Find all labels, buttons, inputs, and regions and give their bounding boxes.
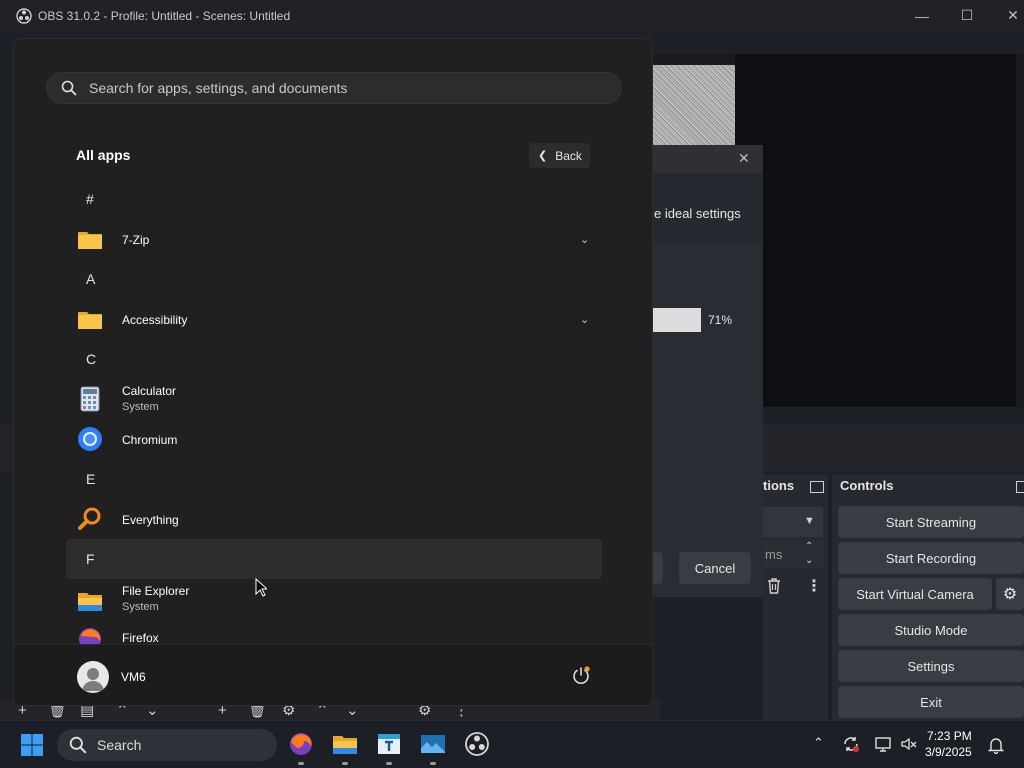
search-placeholder: Search for apps, settings, and documents xyxy=(89,80,348,96)
start-streaming-button[interactable]: Start Streaming xyxy=(838,506,1024,538)
app-subtitle: System xyxy=(122,601,159,613)
taskbar: Search ⌃ 7:23 PM 3/9/2025 xyxy=(0,720,1024,768)
letter-header-c[interactable]: C xyxy=(86,351,96,367)
volume-muted-icon[interactable] xyxy=(900,735,918,753)
app-item-chromium[interactable]: Chromium xyxy=(66,419,602,459)
spin-up-icon[interactable]: ⌃ xyxy=(805,541,813,552)
mouse-cursor-icon xyxy=(255,578,267,597)
windows-start-icon[interactable] xyxy=(20,733,44,757)
autoconfig-description: e ideal settings xyxy=(654,206,741,221)
kebab-icon[interactable]: ⋮ xyxy=(806,576,822,596)
user-name[interactable]: VM6 xyxy=(121,670,146,684)
controls-dock-title: Controls xyxy=(840,478,894,493)
search-icon xyxy=(69,736,87,754)
obs-logo-icon[interactable] xyxy=(464,731,490,757)
chevron-down-icon: ▼ xyxy=(804,515,815,527)
all-apps-heading: All apps xyxy=(76,147,131,163)
settings-button[interactable]: Settings xyxy=(838,650,1024,682)
letter-header-f-label: F xyxy=(86,551,95,567)
running-indicator xyxy=(430,762,436,765)
studio-mode-button[interactable]: Studio Mode xyxy=(838,614,1024,646)
app-item-everything[interactable]: Everything xyxy=(66,499,602,539)
autoconfig-progress-label: 71% xyxy=(708,313,733,327)
letter-header-f[interactable] xyxy=(66,539,602,579)
chevron-down-icon[interactable]: ⌄ xyxy=(580,313,589,326)
folder-icon xyxy=(78,312,102,329)
letter-header-hash[interactable]: # xyxy=(86,191,94,207)
start-menu: Search for apps, settings, and documents… xyxy=(13,38,653,706)
all-apps-list: # 7-Zip ⌄ A Accessibility ⌄ C Calculator… xyxy=(14,179,652,644)
start-menu-footer: VM6 xyxy=(14,644,652,705)
back-button[interactable]: ❮ Back xyxy=(529,143,590,168)
everything-icon xyxy=(78,507,101,530)
obs-logo-icon xyxy=(16,7,32,24)
notification-bell-icon[interactable] xyxy=(988,736,1004,754)
clock-time: 7:23 PM xyxy=(927,729,972,743)
user-avatar-icon xyxy=(82,668,104,691)
file-explorer-icon[interactable] xyxy=(332,731,358,757)
chevron-left-icon: ❮ xyxy=(538,150,548,162)
app-name: File Explorer xyxy=(122,584,190,598)
trash-icon[interactable] xyxy=(766,577,782,595)
chevron-down-icon[interactable]: ⌄ xyxy=(580,233,589,246)
taskbar-search-box[interactable]: Search xyxy=(57,729,277,761)
file-explorer-icon xyxy=(78,593,102,611)
power-icon[interactable] xyxy=(570,665,592,687)
transitions-dock-title: tions xyxy=(763,478,795,493)
spin-down-icon[interactable]: ⌄ xyxy=(805,555,813,566)
letter-header-a[interactable]: A xyxy=(86,271,95,287)
autoconfig-back-button[interactable] xyxy=(653,552,663,584)
start-recording-button[interactable]: Start Recording xyxy=(838,542,1024,574)
autoconfig-cancel-button[interactable]: Cancel xyxy=(679,552,751,584)
minimize-button[interactable]: — xyxy=(899,0,945,31)
tray-chevron-icon[interactable]: ⌃ xyxy=(813,735,824,751)
app-item-file-explorer[interactable]: File Explorer System xyxy=(66,579,602,619)
autoconfig-progress-bar xyxy=(653,308,701,332)
taskbar-search-label: Search xyxy=(97,737,142,753)
exit-button[interactable]: Exit xyxy=(838,686,1024,718)
obs-titlebar: OBS 31.0.2 - Profile: Untitled - Scenes:… xyxy=(0,0,1024,31)
text-editor-icon[interactable] xyxy=(376,731,402,757)
app-name: Calculator xyxy=(122,384,177,398)
app-name: 7-Zip xyxy=(122,233,150,247)
folder-icon xyxy=(78,232,102,249)
dock-float-icon[interactable] xyxy=(1016,481,1024,493)
preview-canvas xyxy=(735,54,1016,407)
window-title: OBS 31.0.2 - Profile: Untitled - Scenes:… xyxy=(38,8,291,23)
app-item-7zip[interactable]: 7-Zip ⌄ xyxy=(66,219,602,259)
search-icon xyxy=(61,80,77,96)
app-item-calculator[interactable]: Calculator System xyxy=(66,379,602,419)
network-icon[interactable] xyxy=(874,735,892,753)
gear-icon[interactable]: ⚙ xyxy=(996,578,1024,610)
back-button-label: Back xyxy=(555,148,582,163)
running-indicator xyxy=(298,762,304,765)
app-item-accessibility[interactable]: Accessibility ⌄ xyxy=(66,299,602,339)
preview-noise-source xyxy=(653,65,735,145)
close-window-button[interactable]: ✕ xyxy=(990,0,1024,31)
dock-float-icon[interactable] xyxy=(810,481,824,493)
running-indicator xyxy=(386,762,392,765)
remote-desktop-icon[interactable] xyxy=(420,731,446,757)
clock-date: 3/9/2025 xyxy=(925,745,972,759)
app-subtitle: System xyxy=(122,401,159,413)
app-name: Everything xyxy=(122,513,179,527)
running-indicator xyxy=(342,762,348,765)
start-search-input[interactable]: Search for apps, settings, and documents xyxy=(46,72,622,104)
transition-duration-field[interactable]: ms xyxy=(763,541,823,569)
close-icon[interactable]: ✕ xyxy=(738,150,750,167)
avatar[interactable] xyxy=(77,661,109,693)
app-name: Accessibility xyxy=(122,313,188,327)
app-name: Firefox xyxy=(122,631,159,644)
firefox-icon[interactable] xyxy=(288,731,314,757)
calculator-icon xyxy=(80,386,100,412)
app-item-firefox[interactable]: Firefox xyxy=(66,619,602,644)
firefox-icon xyxy=(79,628,101,644)
letter-header-e[interactable]: E xyxy=(86,471,95,487)
maximize-button[interactable]: ☐ xyxy=(944,0,990,31)
sync-icon[interactable] xyxy=(842,735,860,753)
chromium-icon xyxy=(78,427,102,451)
taskbar-clock[interactable]: 7:23 PM 3/9/2025 xyxy=(925,728,972,760)
app-name: Chromium xyxy=(122,433,178,447)
start-virtual-camera-button[interactable]: Start Virtual Camera xyxy=(838,578,992,610)
